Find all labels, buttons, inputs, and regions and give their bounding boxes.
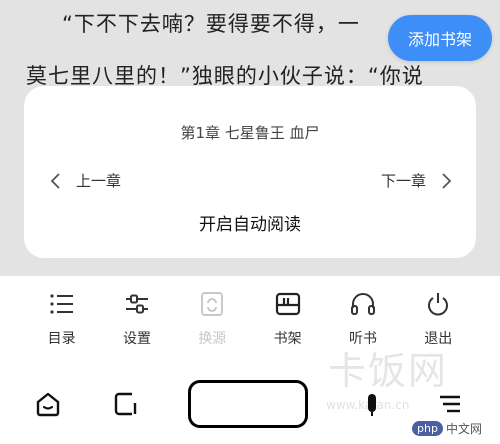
php-logo: php — [412, 420, 443, 436]
chevron-right-icon — [442, 172, 452, 189]
php-badge: php 中文网 — [412, 418, 482, 438]
toolbar-label: 设置 — [122, 331, 151, 347]
home-icon[interactable] — [30, 386, 66, 422]
toolbar-item-settings[interactable]: 设置 — [108, 276, 166, 368]
chapter-card: 第1章 七星鲁王 血尸 上一章 下一章 开启自动阅读 — [24, 86, 476, 258]
toolbar-item-contents[interactable]: 目录 — [33, 276, 91, 368]
prev-chapter-button[interactable]: 上一章 — [46, 170, 121, 191]
toolbar-label: 目录 — [47, 331, 76, 347]
toolbar-item-switch-source[interactable]: 换源 — [183, 276, 241, 368]
sliders-icon — [121, 288, 153, 320]
tabs-icon[interactable] — [108, 386, 144, 422]
watermark-text: 卡饭网 — [328, 349, 449, 393]
switch-source-icon — [196, 288, 228, 320]
toolbar-item-bookshelf[interactable]: 书架 — [259, 276, 317, 368]
home-indicator-pill[interactable] — [188, 380, 308, 428]
reader-line: “下不下去喃？要得要不得，一 — [62, 12, 360, 36]
bookshelf-icon — [272, 288, 304, 320]
watermark-url: www.kafan.cn — [326, 398, 410, 412]
php-badge-text: 中文网 — [445, 421, 482, 436]
next-chapter-label: 下一章 — [380, 172, 426, 190]
headphones-icon — [347, 288, 379, 320]
auto-read-button[interactable]: 开启自动阅读 — [24, 210, 476, 235]
chapter-title: 第1章 七星鲁王 血尸 — [180, 124, 320, 142]
prev-chapter-label: 上一章 — [76, 172, 122, 190]
chevron-left-icon — [50, 172, 60, 189]
power-icon — [422, 288, 454, 320]
list-icon — [46, 288, 78, 320]
toolbar-label: 换源 — [198, 331, 227, 347]
add-to-shelf-button[interactable]: 添加书架 — [388, 15, 492, 61]
toolbar-label: 书架 — [273, 331, 302, 347]
next-chapter-button[interactable]: 下一章 — [381, 170, 456, 191]
